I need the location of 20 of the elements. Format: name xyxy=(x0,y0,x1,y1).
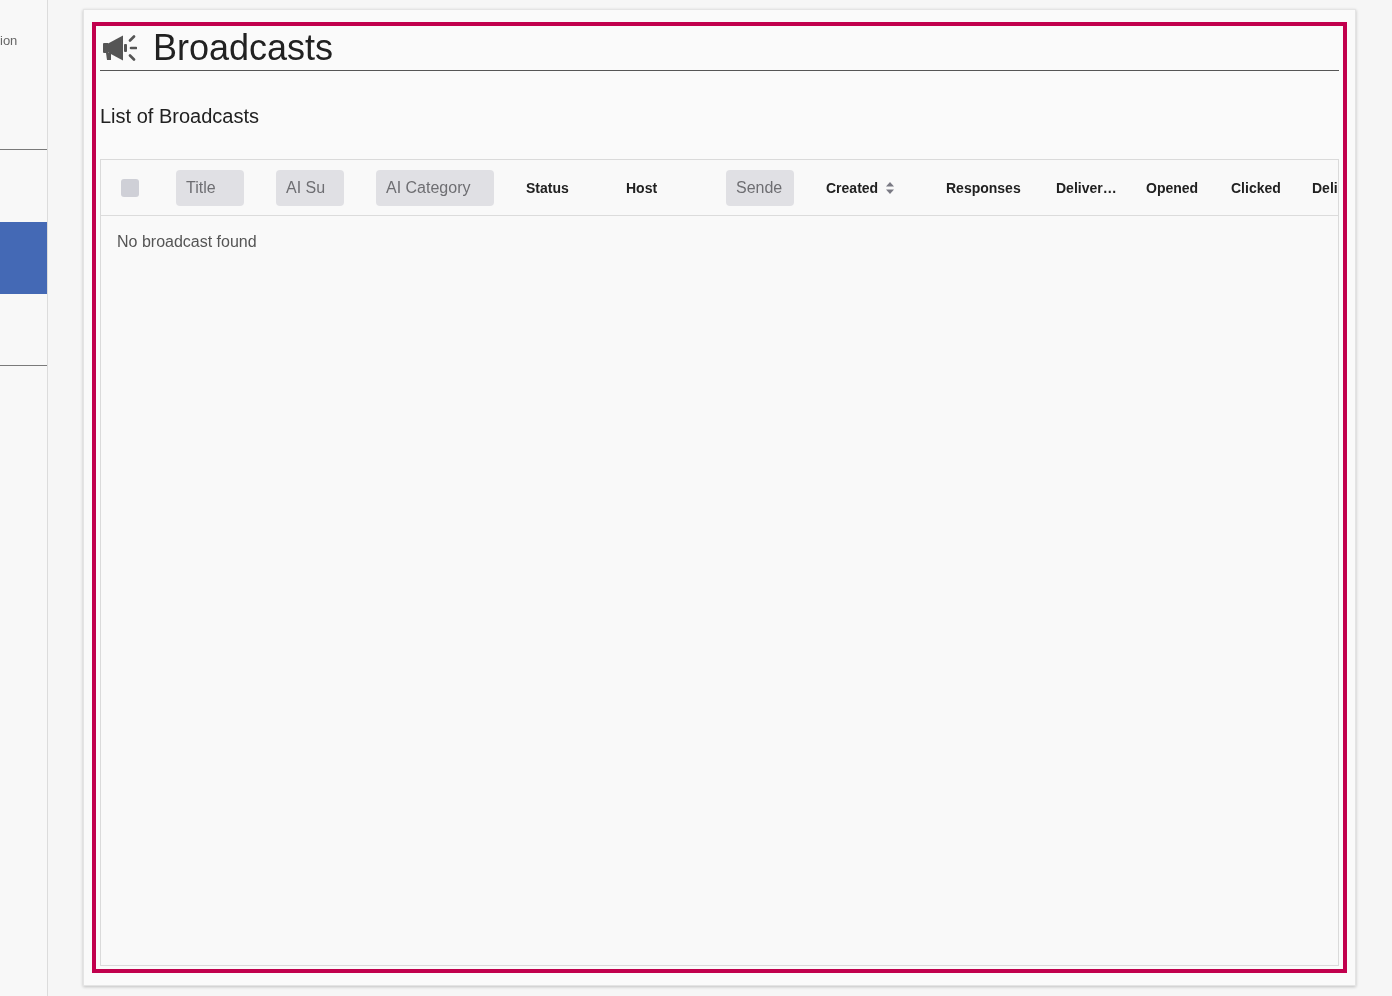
column-header: Deli xyxy=(1312,178,1338,197)
column-header: Deliver… xyxy=(1056,178,1117,197)
column-header: Opened xyxy=(1146,178,1199,197)
select-all-checkbox[interactable] xyxy=(121,178,139,197)
filter-field[interactable]: Title xyxy=(176,169,244,206)
empty-message: No broadcast found xyxy=(117,232,257,252)
column-header: Clicked xyxy=(1231,178,1281,197)
sortable-column-header[interactable]: Created xyxy=(826,178,895,197)
sort-icon xyxy=(886,181,895,194)
sidebar-item[interactable] xyxy=(0,222,47,294)
column-header: Status xyxy=(526,178,569,197)
column-header: Responses xyxy=(946,178,1021,197)
page-title: Broadcasts xyxy=(153,26,334,70)
sidebar-item[interactable]: ion xyxy=(0,32,47,50)
section-title: List of Broadcasts xyxy=(100,104,259,128)
column-header: Host xyxy=(626,178,658,197)
filter-field[interactable]: Sende xyxy=(726,169,794,206)
megaphone-icon xyxy=(103,35,137,61)
filter-field[interactable]: AI Su xyxy=(276,169,344,206)
filter-field[interactable]: AI Category xyxy=(376,169,494,206)
